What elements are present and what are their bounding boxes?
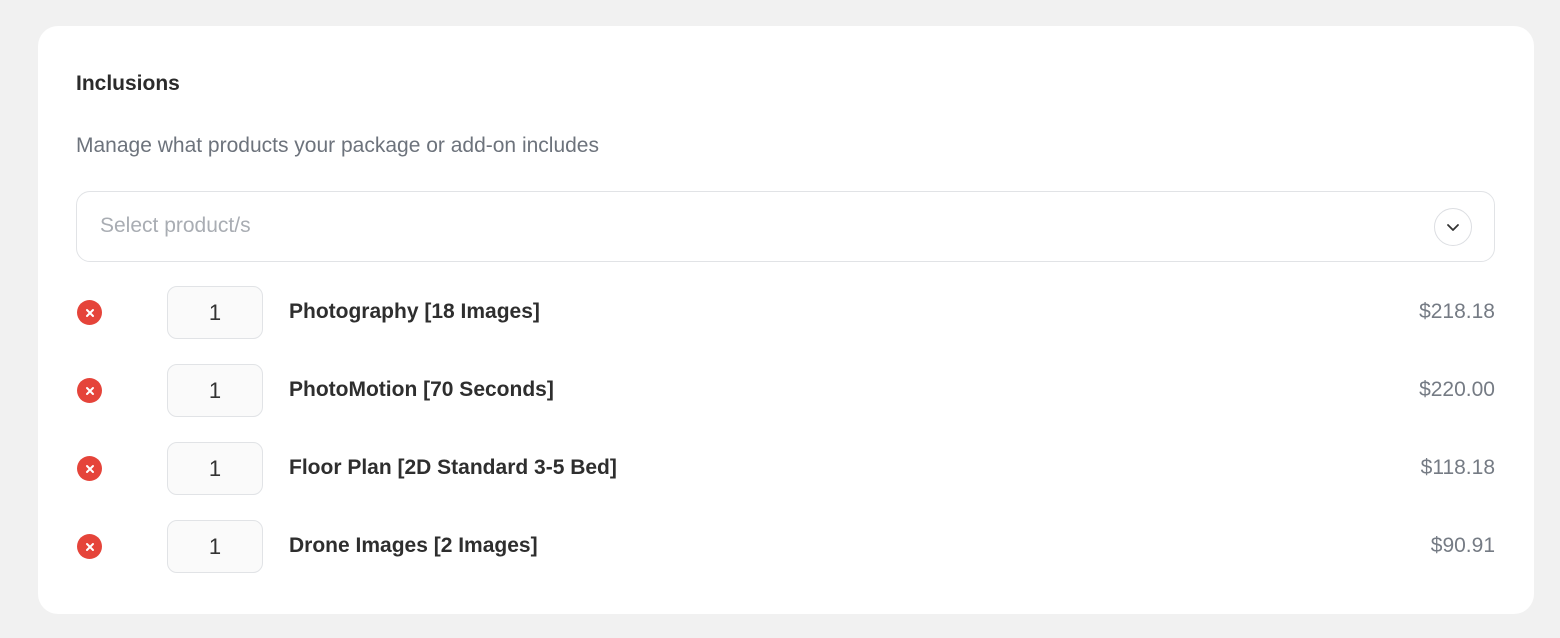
product-price: $220.00 [1419, 378, 1495, 401]
quantity-input[interactable] [167, 442, 263, 495]
product-price: $90.91 [1430, 534, 1495, 557]
inclusion-list: Photography [18 Images] $218.18 PhotoMot… [76, 286, 1495, 598]
chevron-down-icon[interactable] [1434, 208, 1472, 246]
quantity-input[interactable] [167, 520, 263, 573]
product-price: $218.18 [1419, 300, 1495, 323]
product-price: $118.18 [1420, 456, 1495, 479]
close-circle-icon[interactable] [77, 378, 102, 403]
quantity-input[interactable] [167, 364, 263, 417]
product-select[interactable]: Select product/s [76, 191, 1495, 262]
inclusion-row: Photography [18 Images] $218.18 [76, 286, 1495, 339]
close-circle-icon[interactable] [77, 300, 102, 325]
product-name: PhotoMotion [70 Seconds] [289, 378, 554, 401]
inclusions-card: Inclusions Manage what products your pac… [38, 26, 1534, 614]
section-description: Manage what products your package or add… [76, 134, 599, 157]
product-select-placeholder: Select product/s [100, 214, 251, 237]
inclusion-row: Floor Plan [2D Standard 3-5 Bed] $118.18 [76, 442, 1495, 495]
product-name: Drone Images [2 Images] [289, 534, 538, 557]
close-circle-icon[interactable] [77, 534, 102, 559]
inclusion-row: PhotoMotion [70 Seconds] $220.00 [76, 364, 1495, 417]
inclusion-row: Drone Images [2 Images] $90.91 [76, 520, 1495, 573]
close-circle-icon[interactable] [77, 456, 102, 481]
section-title: Inclusions [76, 72, 180, 95]
product-name: Floor Plan [2D Standard 3-5 Bed] [289, 456, 617, 479]
product-name: Photography [18 Images] [289, 300, 540, 323]
quantity-input[interactable] [167, 286, 263, 339]
